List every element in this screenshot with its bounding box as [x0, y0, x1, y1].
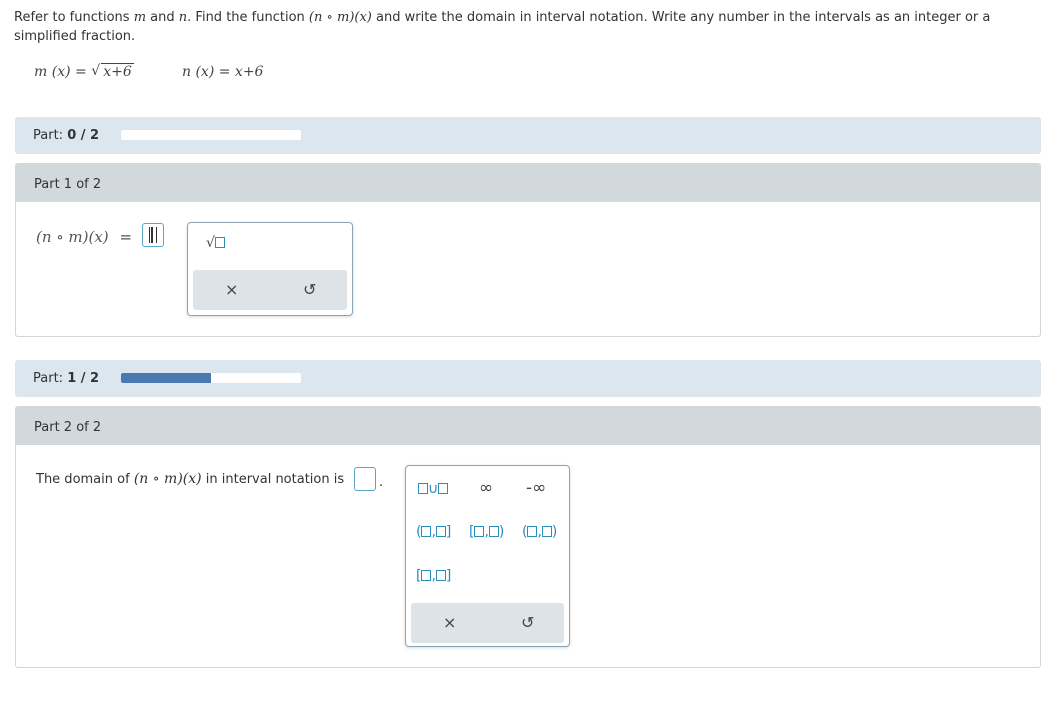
- function-n: n (x) = x+6: [182, 64, 264, 80]
- undo-icon[interactable]: ↺: [303, 280, 316, 299]
- interval-palette: ∪ ∞ -∞ (,] [,) (,) [,] × ↺: [405, 465, 570, 647]
- interval-open-open-button[interactable]: (,): [522, 524, 557, 540]
- clear-icon[interactable]: ×: [443, 613, 456, 632]
- interval-closed-open-button[interactable]: [,): [469, 524, 504, 540]
- part-1-equation: (n ∘ m)(x) =: [36, 228, 133, 246]
- progress-track: [121, 130, 301, 140]
- undo-icon[interactable]: ↺: [521, 613, 534, 632]
- question-text: Refer to functions m and n. Find the fun…: [14, 10, 991, 44]
- palette-footer: × ↺: [193, 270, 347, 310]
- answer-input-part1[interactable]: [142, 223, 164, 247]
- clear-icon[interactable]: ×: [225, 280, 238, 299]
- part-progress-bar-2: Part: 1 / 2: [15, 360, 1041, 397]
- part-1-heading: Part 1 of 2: [16, 164, 1040, 202]
- interval-open-closed-button[interactable]: (,]: [416, 524, 451, 540]
- infinity-button[interactable]: ∞: [479, 478, 493, 498]
- function-m: m (x) = √ x+6: [34, 63, 134, 80]
- sqrt-button[interactable]: √: [206, 235, 225, 251]
- union-button[interactable]: ∪: [418, 481, 449, 497]
- math-palette-part1: √ × ↺: [187, 222, 353, 316]
- negative-infinity-button[interactable]: -∞: [526, 478, 546, 498]
- domain-answer-input[interactable]: [354, 467, 376, 491]
- part-1-card: Part 1 of 2 (n ∘ m)(x) = √ × ↺: [15, 163, 1041, 337]
- part-2-card: Part 2 of 2 The domain of (n ∘ m)(x) in …: [15, 406, 1041, 668]
- progress-fill: [121, 373, 211, 383]
- part-2-heading: Part 2 of 2: [16, 407, 1040, 445]
- part-2-prompt: The domain of (n ∘ m)(x) in interval not…: [36, 471, 345, 487]
- progress-track: [121, 373, 301, 383]
- interval-closed-closed-button[interactable]: [,]: [416, 568, 451, 584]
- palette-footer: × ↺: [411, 603, 564, 643]
- part-progress-bar: Part: 0 / 2: [15, 117, 1041, 154]
- text-cursor: [149, 227, 157, 243]
